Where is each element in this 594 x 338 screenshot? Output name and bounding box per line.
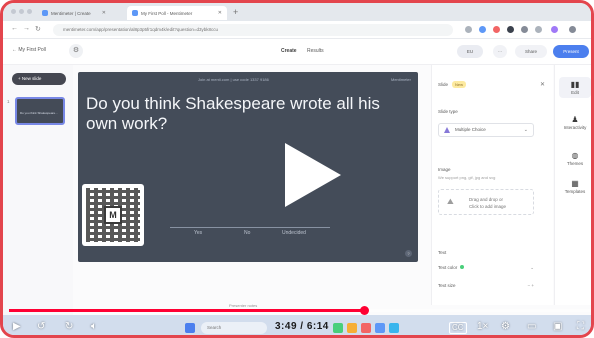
video-progress-bar[interactable] (9, 306, 591, 315)
time-display: 3:49 / 6:14 (275, 321, 329, 332)
progress-fill (9, 309, 364, 312)
theater-mode-icon[interactable]: ▣ (553, 321, 562, 333)
play-icon[interactable] (271, 137, 347, 213)
miniplayer-icon[interactable]: ▭ (527, 321, 536, 333)
speed-icon[interactable]: 1× (477, 321, 488, 333)
video-frame: Mentimeter | Create ✕ My First Poll - Me… (0, 0, 594, 338)
captions-icon[interactable]: CC (449, 322, 467, 334)
settings-icon[interactable]: ⚙ (501, 321, 510, 333)
play-pause-icon[interactable]: ▶ (13, 321, 21, 333)
scrub-handle[interactable] (360, 306, 369, 315)
forward-10-icon[interactable]: ↻ (65, 321, 73, 333)
volume-icon[interactable]: 🔈︎ (91, 321, 97, 333)
rewind-10-icon[interactable]: ↺ (37, 321, 45, 333)
fullscreen-icon[interactable]: ⛶ (577, 321, 584, 333)
